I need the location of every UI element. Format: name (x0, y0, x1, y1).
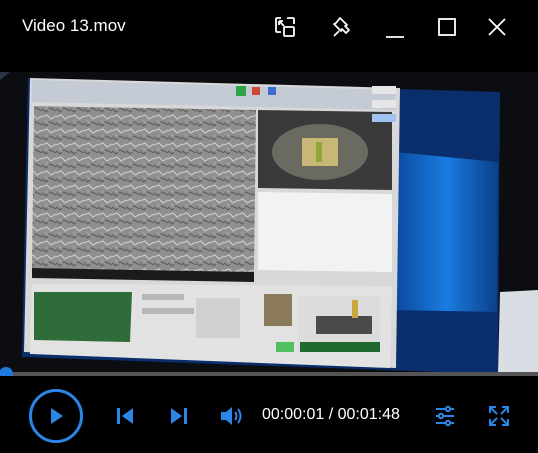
close-icon (488, 18, 506, 36)
title-bar: Video 13.mov (0, 0, 538, 55)
minimize-icon (386, 36, 404, 38)
volume-button[interactable] (219, 403, 245, 429)
fullscreen-icon (489, 406, 509, 426)
playback-controls: 00:00:01 / 00:01:48 (0, 376, 538, 453)
pin-icon (333, 17, 350, 37)
picture-in-picture-icon (275, 17, 295, 37)
picture-in-picture-button[interactable] (268, 10, 302, 44)
pin-button[interactable] (326, 10, 360, 44)
play-button[interactable] (29, 389, 83, 443)
minimize-button[interactable] (378, 10, 412, 44)
next-icon (171, 408, 187, 424)
current-time: 00:00:01 (262, 406, 325, 423)
video-content-image (0, 72, 538, 374)
total-duration: 00:01:48 (337, 406, 400, 423)
maximize-button[interactable] (430, 10, 464, 44)
previous-button[interactable] (112, 403, 138, 429)
window-title: Video 13.mov (22, 16, 126, 35)
settings-button[interactable] (432, 403, 458, 429)
next-button[interactable] (166, 403, 192, 429)
close-button[interactable] (480, 10, 514, 44)
time-separator: / (324, 406, 338, 423)
settings-sliders-icon (436, 405, 454, 427)
volume-icon (221, 407, 242, 425)
maximize-icon (438, 18, 456, 36)
video-frame[interactable] (0, 72, 538, 374)
playback-time: 00:00:01 / 00:01:48 (262, 406, 400, 424)
previous-icon (117, 408, 133, 424)
fullscreen-button[interactable] (486, 403, 512, 429)
play-icon (51, 408, 63, 424)
